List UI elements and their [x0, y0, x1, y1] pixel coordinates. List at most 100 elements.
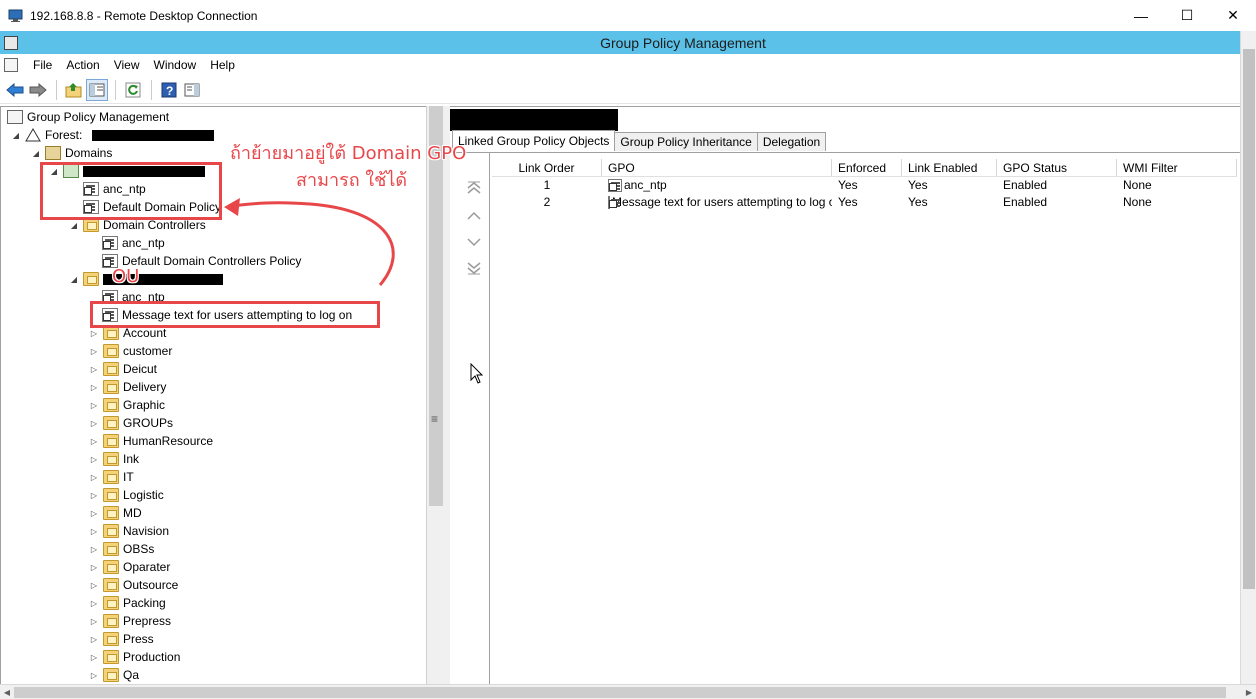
- menu-file[interactable]: File: [26, 54, 59, 76]
- app-title: Group Policy Management: [600, 34, 766, 51]
- toolbar-separator: [115, 79, 116, 100]
- show-hide-action-pane-button[interactable]: [181, 79, 203, 101]
- expand-icon[interactable]: ▷: [89, 599, 99, 608]
- tree-ou-selected[interactable]: ◢: [69, 270, 223, 288]
- maximize-button[interactable]: ☐: [1164, 0, 1210, 31]
- tree-ou[interactable]: ▷ Delivery: [89, 378, 166, 396]
- move-to-bottom-button[interactable]: [466, 261, 482, 275]
- tree-ou[interactable]: ▷ GROUPs: [89, 414, 173, 432]
- column-gpo-status[interactable]: GPO Status: [997, 159, 1117, 176]
- tree-ou[interactable]: ▷ Prepress: [89, 612, 171, 630]
- expand-icon[interactable]: ▷: [89, 617, 99, 626]
- scroll-left-icon[interactable]: ◀: [0, 685, 14, 699]
- expand-icon[interactable]: ▷: [89, 329, 99, 338]
- collapse-icon[interactable]: ◢: [31, 149, 41, 158]
- expand-icon[interactable]: ▷: [89, 401, 99, 410]
- ou-folder-icon: [103, 560, 119, 574]
- expand-icon[interactable]: ▷: [89, 473, 99, 482]
- linked-gpos-panel: Link Order GPO Enforced Link Enabled GPO…: [450, 152, 1240, 686]
- expand-icon[interactable]: ▷: [89, 437, 99, 446]
- scrollbar-thumb[interactable]: [14, 687, 1226, 698]
- splitter-grip-icon[interactable]: ≡: [431, 412, 438, 426]
- expand-icon[interactable]: ▷: [89, 635, 99, 644]
- column-gpo[interactable]: GPO: [602, 159, 832, 176]
- tree-ou[interactable]: ▷ MD: [89, 504, 142, 522]
- table-row[interactable]: 1 anc_ntp Yes Yes Enabled None: [492, 177, 1237, 194]
- ou-label: Packing: [123, 596, 166, 610]
- column-link-order[interactable]: Link Order: [492, 159, 602, 176]
- collapse-icon[interactable]: ◢: [69, 275, 79, 284]
- move-to-top-button[interactable]: [466, 181, 482, 195]
- up-one-level-button[interactable]: [63, 79, 85, 101]
- expand-icon[interactable]: ▷: [89, 491, 99, 500]
- tree-ou[interactable]: ▷ Packing: [89, 594, 166, 612]
- tree-ou[interactable]: ▷ IT: [89, 468, 134, 486]
- menu-action[interactable]: Action: [59, 54, 106, 76]
- tree-scrollbar[interactable]: ≡: [426, 106, 444, 684]
- collapse-icon[interactable]: ◢: [69, 221, 79, 230]
- ou-folder-icon: [103, 488, 119, 502]
- ou-label: Delivery: [123, 380, 167, 394]
- minimize-button[interactable]: —: [1118, 0, 1164, 31]
- tree-ou[interactable]: ▷ Graphic: [89, 396, 165, 414]
- expand-icon[interactable]: ▷: [89, 509, 99, 518]
- move-down-button[interactable]: [466, 235, 482, 249]
- ou-label: Outsource: [123, 578, 179, 592]
- column-link-enabled[interactable]: Link Enabled: [902, 159, 997, 176]
- tree-ou[interactable]: ▷ HumanResource: [89, 432, 213, 450]
- column-label: Link Order: [518, 161, 575, 175]
- expand-icon[interactable]: ▷: [89, 419, 99, 428]
- scrollbar-thumb[interactable]: [1243, 49, 1255, 589]
- expand-icon[interactable]: ▷: [89, 671, 99, 680]
- menu-window[interactable]: Window: [147, 54, 204, 76]
- collapse-icon[interactable]: ◢: [11, 131, 21, 140]
- horizontal-scrollbar[interactable]: ◀ ▶: [0, 684, 1256, 699]
- expand-icon[interactable]: ▷: [89, 545, 99, 554]
- move-up-button[interactable]: [466, 209, 482, 223]
- tree-ou[interactable]: ▷ Ink: [89, 450, 139, 468]
- column-enforced[interactable]: Enforced: [832, 159, 902, 176]
- tab-delegation[interactable]: Delegation: [756, 132, 827, 151]
- tree-ou[interactable]: ▷ customer: [89, 342, 172, 360]
- expand-icon[interactable]: ▷: [89, 581, 99, 590]
- show-hide-console-tree-button[interactable]: [86, 78, 108, 101]
- back-button[interactable]: [4, 79, 26, 101]
- tree-ou[interactable]: ▷ Press: [89, 630, 154, 648]
- tree-root[interactable]: Group Policy Management: [7, 108, 169, 126]
- tree-ou[interactable]: ▷ Qa: [89, 666, 139, 684]
- tree-ou[interactable]: ▷ OBSs: [89, 540, 154, 558]
- tree-ou[interactable]: ▷ Logistic: [89, 486, 164, 504]
- scroll-right-icon[interactable]: ▶: [1242, 685, 1256, 699]
- expand-icon[interactable]: ▷: [89, 527, 99, 536]
- expand-icon[interactable]: ▷: [89, 563, 99, 572]
- tree-forest[interactable]: ◢ Forest:: [11, 126, 215, 144]
- column-wmi-filter[interactable]: WMI Filter: [1117, 159, 1237, 176]
- tree-gpo-link[interactable]: anc_ntp: [102, 234, 165, 252]
- close-button[interactable]: ✕: [1210, 0, 1256, 31]
- expand-icon[interactable]: ▷: [89, 347, 99, 356]
- table-row[interactable]: 2 Message text for users attempting to l…: [492, 194, 1237, 211]
- refresh-button[interactable]: [122, 79, 144, 101]
- menu-view[interactable]: View: [107, 54, 147, 76]
- ou-folder-icon: [103, 416, 119, 430]
- console-icon[interactable]: [4, 58, 18, 72]
- ou-label: Press: [123, 632, 154, 646]
- rdp-vertical-scrollbar[interactable]: [1240, 31, 1256, 685]
- tree-ou[interactable]: ▷ Navision: [89, 522, 169, 540]
- expand-icon[interactable]: ▷: [89, 365, 99, 374]
- tree-domains[interactable]: ◢ Domains: [31, 144, 112, 162]
- expand-icon[interactable]: ▷: [89, 383, 99, 392]
- expand-icon[interactable]: ▷: [89, 455, 99, 464]
- tab-linked-gpos[interactable]: Linked Group Policy Objects: [452, 130, 616, 151]
- help-button[interactable]: ?: [158, 79, 180, 101]
- tree-ou[interactable]: ▷ Oparater: [89, 558, 170, 576]
- details-pane: Linked Group Policy Objects Group Policy…: [450, 106, 1240, 686]
- tree-ou[interactable]: ▷ Deicut: [89, 360, 157, 378]
- app-titlebar: Group Policy Management: [0, 31, 1256, 54]
- menu-help[interactable]: Help: [203, 54, 242, 76]
- tree-ou[interactable]: ▷ Production: [89, 648, 180, 666]
- tab-gp-inheritance[interactable]: Group Policy Inheritance: [614, 132, 758, 151]
- tree-ou[interactable]: ▷ Outsource: [89, 576, 178, 594]
- forward-button[interactable]: [27, 79, 49, 101]
- expand-icon[interactable]: ▷: [89, 653, 99, 662]
